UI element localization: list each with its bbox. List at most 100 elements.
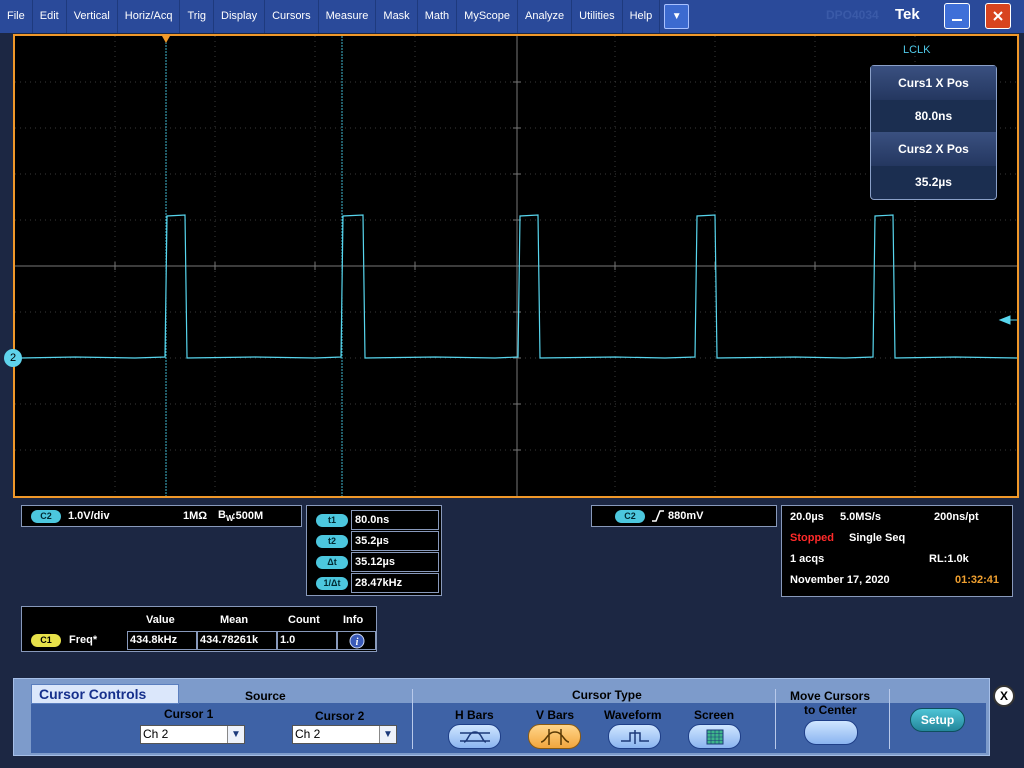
timebase: 20.0µs (790, 511, 824, 523)
model-name: DPO4034 (826, 8, 879, 22)
move-cursors-label-line1: Move Cursors (790, 689, 871, 703)
cursor-readout-row: Δt (316, 552, 348, 572)
curs1-value[interactable]: 80.0ns (871, 100, 996, 132)
divider (775, 689, 776, 749)
measurement-table[interactable]: Value Mean Count Info C1 Freq* 434.8kHz … (21, 606, 377, 652)
trigger-level: 880mV (668, 510, 704, 522)
vertical-readout[interactable]: C2 1.0V/div 1MΩ BW :500M (21, 505, 302, 527)
vertical-scale: 1.0V/div (68, 510, 110, 522)
record-length: RL:1.0k (929, 553, 969, 565)
waveform-cursor-icon (620, 729, 649, 744)
cursor2-source-select[interactable]: Ch 2 ▼ (292, 725, 397, 744)
rising-edge-icon (652, 510, 664, 522)
close-button[interactable] (985, 3, 1011, 29)
v-bars-icon (540, 728, 569, 745)
sample-rate: 5.0MS/s (840, 511, 881, 523)
hbars-button[interactable] (448, 724, 501, 749)
svg-text:i: i (356, 637, 359, 648)
cursor-controls-panel: Cursor Controls Source Cursor 1 Ch 2 ▼ C… (13, 678, 990, 756)
meas-header-mean: Mean (220, 614, 249, 626)
minimize-icon (952, 19, 962, 21)
cursor-readout-row: 1/Δt (316, 573, 348, 593)
trigger-source-badge: C2 (615, 510, 645, 523)
meas-header-info: Info (343, 614, 364, 626)
meas-value: 434.8kHz (127, 631, 197, 650)
resolution: 200ns/pt (934, 511, 979, 523)
menu-dropdown-button[interactable]: ▼ (664, 4, 690, 29)
screen-type-button[interactable] (688, 724, 741, 749)
move-cursors-to-center-button[interactable] (804, 720, 858, 745)
acquisition-mode: Single Seq (849, 532, 906, 544)
trigger-readout[interactable]: C2 880mV (591, 505, 777, 527)
vbars-label: V Bars (536, 708, 575, 722)
divider (412, 689, 413, 749)
close-icon (993, 11, 1003, 21)
menu-measure[interactable]: Measure (319, 0, 377, 33)
inv-delta-t-badge: 1/Δt (316, 576, 348, 590)
close-panel-button[interactable]: X (993, 685, 1015, 707)
menu-vertical[interactable]: Vertical (67, 0, 118, 33)
cursor-readout[interactable]: t1 80.0ns t2 35.2µs Δt 35.12µs 1/Δt 28.4… (306, 505, 442, 596)
menu-display[interactable]: Display (214, 0, 266, 33)
menu-analyze[interactable]: Analyze (518, 0, 573, 33)
chevron-down-icon: ▼ (671, 11, 682, 22)
menu-help[interactable]: Help (623, 0, 661, 33)
delta-t-value: 35.12µs (351, 552, 439, 572)
divider (889, 689, 890, 749)
curs1-label: Curs1 X Pos (871, 66, 996, 100)
ch2-waveform-trace (20, 214, 1017, 359)
menu-mask[interactable]: Mask (376, 0, 418, 33)
graticule-center-axes (15, 36, 1017, 496)
menu-file[interactable]: File (0, 0, 33, 33)
cursor1-label: Cursor 1 (164, 707, 214, 721)
waveform-display[interactable]: LCLK Curs1 X Pos 80.0ns Curs2 X Pos 35.2… (13, 34, 1019, 498)
meas-name: Freq* (69, 634, 98, 646)
curs2-value[interactable]: 35.2µs (871, 166, 996, 198)
source-label: Source (245, 689, 286, 703)
date: November 17, 2020 (790, 574, 890, 586)
waveform-type-button[interactable] (608, 724, 661, 749)
menu-trig[interactable]: Trig (180, 0, 215, 33)
ch2-badge: C2 (31, 510, 61, 523)
meas-header-count: Count (288, 614, 320, 626)
c1-badge: C1 (31, 634, 61, 647)
vbars-button[interactable] (528, 724, 581, 749)
cursor2-label: Cursor 2 (315, 709, 365, 723)
tek-logo: Tek (895, 6, 920, 23)
minimize-button[interactable] (944, 3, 970, 29)
ch2-ground-marker[interactable]: 2 (4, 349, 22, 367)
meas-mean: 434.78261k (197, 631, 277, 650)
cursor-readout-row: t1 (316, 510, 348, 530)
t1-value: 80.0ns (351, 510, 439, 530)
info-icon[interactable]: i (349, 633, 365, 649)
hbars-label: H Bars (455, 708, 494, 722)
ch2-offscreen-marker (998, 315, 1017, 325)
waveform-type-label: Waveform (604, 708, 662, 722)
screen-cursor-icon (706, 729, 723, 744)
meas-info-cell: i (337, 631, 376, 650)
menu-horiz-acq[interactable]: Horiz/Acq (118, 0, 181, 33)
cursor-type-label: Cursor Type (572, 688, 642, 702)
chevron-down-icon: ▼ (379, 726, 396, 743)
input-coupling: 1MΩ (183, 510, 208, 522)
meas-count: 1.0 (277, 631, 337, 650)
t2-value: 35.2µs (351, 531, 439, 551)
t1-badge: t1 (316, 513, 348, 527)
menu-myscope[interactable]: MyScope (457, 0, 519, 33)
acquisition-readout[interactable]: 20.0µs 5.0MS/s 200ns/pt Stopped Single S… (781, 505, 1013, 597)
menu-cursors[interactable]: Cursors (265, 0, 319, 33)
menu-edit[interactable]: Edit (33, 0, 67, 33)
setup-button[interactable]: Setup (910, 708, 965, 732)
bandwidth-value: :500M (232, 510, 264, 522)
cursor-readout-row: t2 (316, 531, 348, 551)
cursor-position-box[interactable]: Curs1 X Pos 80.0ns Curs2 X Pos 35.2µs (870, 65, 997, 200)
trigger-position-marker (162, 36, 170, 43)
clock-time: 01:32:41 (955, 574, 1000, 586)
h-bars-icon (459, 730, 490, 743)
cursor2-source-value: Ch 2 (295, 727, 321, 741)
menu-math[interactable]: Math (418, 0, 458, 33)
cursor1-source-select[interactable]: Ch 2 ▼ (140, 725, 245, 744)
inv-delta-t-value: 28.47kHz (351, 573, 439, 593)
menu-utilities[interactable]: Utilities (572, 0, 623, 33)
meas-header-value: Value (146, 614, 175, 626)
